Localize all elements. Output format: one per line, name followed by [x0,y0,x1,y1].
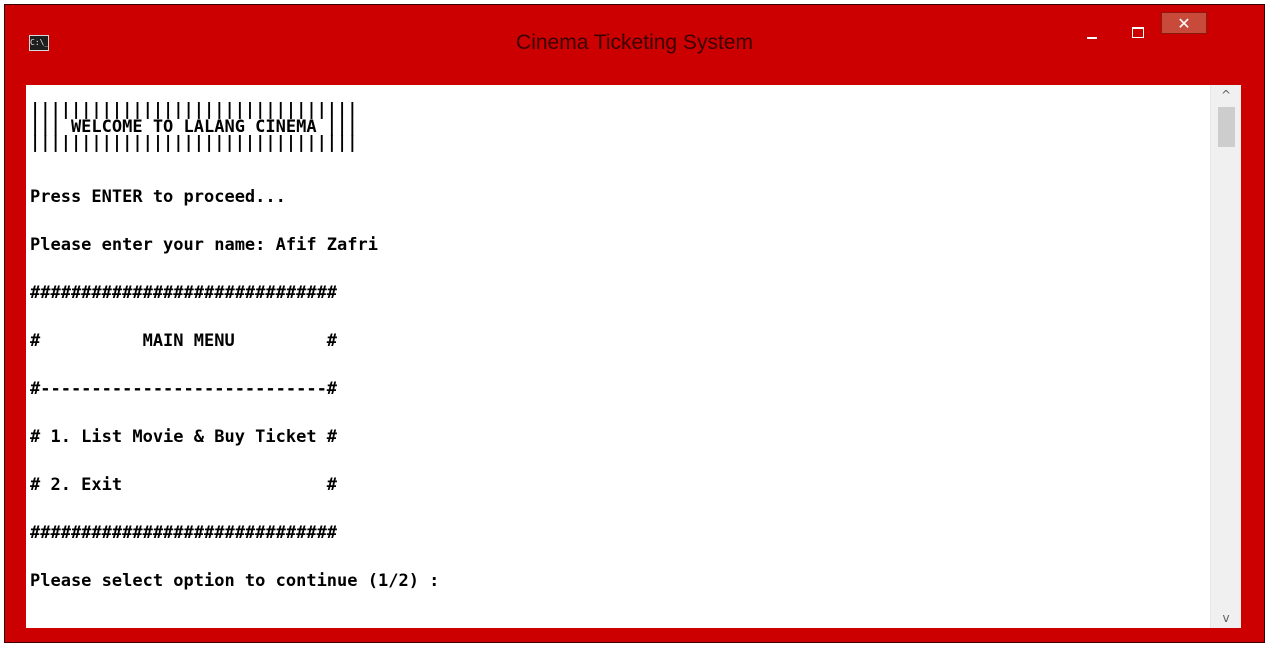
console-window: C:\_ Cinema Ticketing System ✕ |||||||||… [4,4,1265,643]
banner-border-bottom: |||||||||||||||||||||||||||||||| [30,133,358,153]
window-title: Cinema Ticketing System [516,31,753,54]
name-prompt: Please enter your name: Afif Zafri [30,235,378,255]
menu-title: # MAIN MENU # [30,331,338,351]
close-button[interactable]: ✕ [1161,12,1207,34]
scroll-thumb[interactable] [1218,107,1235,147]
menu-option-1: # 1. List Movie & Buy Ticket # [30,427,338,447]
menu-option-2: # 2. Exit # [30,475,338,495]
console-output[interactable]: |||||||||||||||||||||||||||||||| ||| WEL… [26,85,1210,628]
scroll-up-icon[interactable]: ^ [1211,85,1241,105]
menu-divider: #----------------------------# [30,379,338,399]
proceed-prompt: Press ENTER to proceed... [30,187,286,207]
menu-border-top: ############################## [30,283,338,303]
scroll-down-icon[interactable]: v [1211,608,1241,628]
minimize-button[interactable] [1079,22,1105,46]
title-bar[interactable]: C:\_ Cinema Ticketing System ✕ [5,5,1264,85]
menu-border-bottom: ############################## [30,523,338,543]
option-prompt: Please select option to continue (1/2) : [30,571,440,591]
vertical-scrollbar[interactable]: ^ v [1210,85,1241,628]
maximize-button[interactable] [1125,22,1151,46]
